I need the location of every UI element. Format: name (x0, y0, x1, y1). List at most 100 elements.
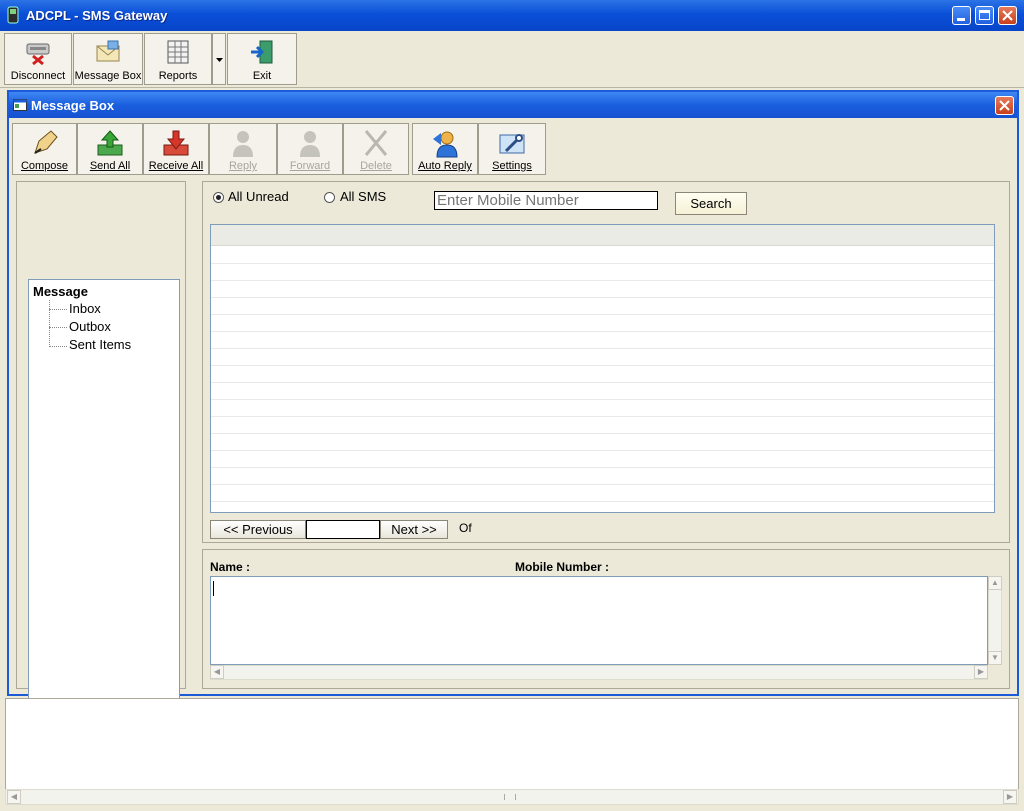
tree-item-inbox[interactable]: Inbox (69, 301, 101, 316)
table-row[interactable] (211, 331, 994, 349)
chevron-down-icon (216, 58, 223, 62)
scroll-right-icon[interactable]: ▶ (974, 665, 988, 679)
next-button[interactable]: Next >> (380, 520, 448, 539)
reports-button[interactable]: Reports (144, 33, 212, 85)
settings-button[interactable]: Settings (478, 123, 546, 175)
table-row[interactable] (211, 382, 994, 400)
tree-item-outbox[interactable]: Outbox (69, 319, 111, 334)
title-bar: ADCPL - SMS Gateway (0, 0, 1024, 31)
receive-all-button[interactable]: Receive All (143, 123, 209, 175)
message-grid[interactable] (210, 224, 995, 513)
main-horizontal-scrollbar[interactable]: ◀ ▶ (5, 789, 1019, 805)
settings-wrench-icon (499, 134, 525, 154)
auto-reply-button[interactable]: Auto Reply (412, 123, 478, 175)
message-box-window: Message Box Compose Send All Receive All (7, 90, 1019, 771)
exit-button[interactable]: Exit (227, 33, 297, 85)
horizontal-scrollbar[interactable]: ◀ ▶ (210, 665, 988, 680)
table-row[interactable] (211, 484, 994, 502)
mobile-number-input[interactable] (434, 191, 658, 210)
minimize-button[interactable] (952, 6, 971, 25)
table-row[interactable] (211, 280, 994, 298)
table-row[interactable] (211, 314, 994, 332)
delete-button[interactable]: Delete (343, 123, 409, 175)
delete-label: Delete (360, 160, 392, 172)
table-row[interactable] (211, 365, 994, 383)
settings-label: Settings (492, 160, 532, 172)
send-all-label: Send All (89, 160, 131, 172)
forward-label: Forward (289, 160, 331, 172)
table-row[interactable] (211, 263, 994, 281)
search-button[interactable]: Search (675, 192, 747, 215)
table-row[interactable] (211, 450, 994, 468)
name-label: Name : (210, 560, 251, 574)
scroll-left-icon[interactable]: ◀ (7, 790, 21, 804)
reports-label: Reports (158, 70, 198, 82)
scroll-right-icon[interactable]: ▶ (1003, 790, 1017, 804)
page-number-input[interactable] (306, 520, 380, 539)
compose-button[interactable]: Compose (12, 123, 77, 175)
all-sms-label: All SMS (340, 189, 387, 204)
reports-dropdown-button[interactable] (212, 33, 226, 85)
forward-person-icon (300, 131, 320, 157)
message-box-label: Message Box (74, 70, 142, 82)
previous-button[interactable]: << Previous (210, 520, 306, 539)
vertical-scrollbar[interactable]: ▲ ▼ (988, 576, 1002, 665)
disconnect-label: Disconnect (10, 70, 66, 82)
table-row[interactable] (211, 348, 994, 366)
auto-reply-icon (433, 131, 458, 158)
scroll-grip[interactable] (504, 794, 516, 800)
pen-icon (33, 130, 58, 154)
table-row[interactable] (211, 416, 994, 434)
tree-connector (49, 309, 67, 310)
app-title: ADCPL - SMS Gateway (26, 8, 168, 23)
all-sms-radio[interactable] (324, 192, 335, 203)
tree-connector (49, 327, 67, 328)
table-row[interactable] (211, 297, 994, 315)
close-icon (1002, 10, 1013, 21)
message-box-title: Message Box (31, 98, 115, 113)
message-text-area[interactable] (210, 576, 988, 665)
spreadsheet-icon (167, 40, 189, 64)
table-row[interactable] (211, 433, 994, 451)
auto-reply-label: Auto Reply (418, 160, 472, 172)
forward-button[interactable]: Forward (277, 123, 343, 175)
send-tray-icon (97, 130, 123, 156)
close-button[interactable] (998, 6, 1017, 25)
exit-door-icon (251, 40, 273, 64)
main-toolbar: Disconnect Message Box Reports Exit (0, 31, 1024, 88)
scroll-up-icon[interactable]: ▲ (988, 576, 1002, 590)
exit-label: Exit (252, 70, 272, 82)
scroll-down-icon[interactable]: ▼ (988, 651, 1002, 665)
tree-connector (49, 346, 67, 347)
page-of-label: Of (459, 521, 472, 535)
maximize-icon (979, 10, 990, 20)
mobile-number-label: Mobile Number : (515, 560, 610, 574)
message-box-button[interactable]: Message Box (73, 33, 143, 85)
grid-header (211, 225, 994, 246)
table-row[interactable] (211, 399, 994, 417)
disconnect-button[interactable]: Disconnect (4, 33, 72, 85)
message-detail-panel: Name : Mobile Number : ▲ ▼ ◀ ▶ (202, 549, 1010, 689)
tree-panel: Message Inbox Outbox Sent Items (16, 181, 186, 771)
message-box-close-button[interactable] (995, 96, 1014, 115)
compose-label: Compose (20, 160, 69, 172)
disconnect-icon (26, 43, 50, 66)
tree-connector (49, 300, 50, 347)
reply-button[interactable]: Reply (209, 123, 277, 175)
delete-x-icon (364, 130, 388, 156)
maximize-button[interactable] (975, 6, 994, 25)
receive-all-label: Receive All (148, 160, 204, 172)
receive-tray-icon (163, 130, 189, 156)
message-box-title-bar: Message Box (9, 92, 1017, 118)
send-all-button[interactable]: Send All (77, 123, 143, 175)
minimize-icon (957, 18, 965, 21)
envelope-icon (96, 40, 120, 62)
scroll-left-icon[interactable]: ◀ (210, 665, 224, 679)
status-area (5, 698, 1019, 790)
table-row[interactable] (211, 246, 994, 264)
tree-root-message[interactable]: Message (33, 284, 88, 299)
message-list-panel: All Unread All SMS Search << Previous Ne… (202, 181, 1010, 543)
tree-item-sent-items[interactable]: Sent Items (69, 337, 131, 352)
table-row[interactable] (211, 467, 994, 485)
all-unread-radio[interactable] (213, 192, 224, 203)
